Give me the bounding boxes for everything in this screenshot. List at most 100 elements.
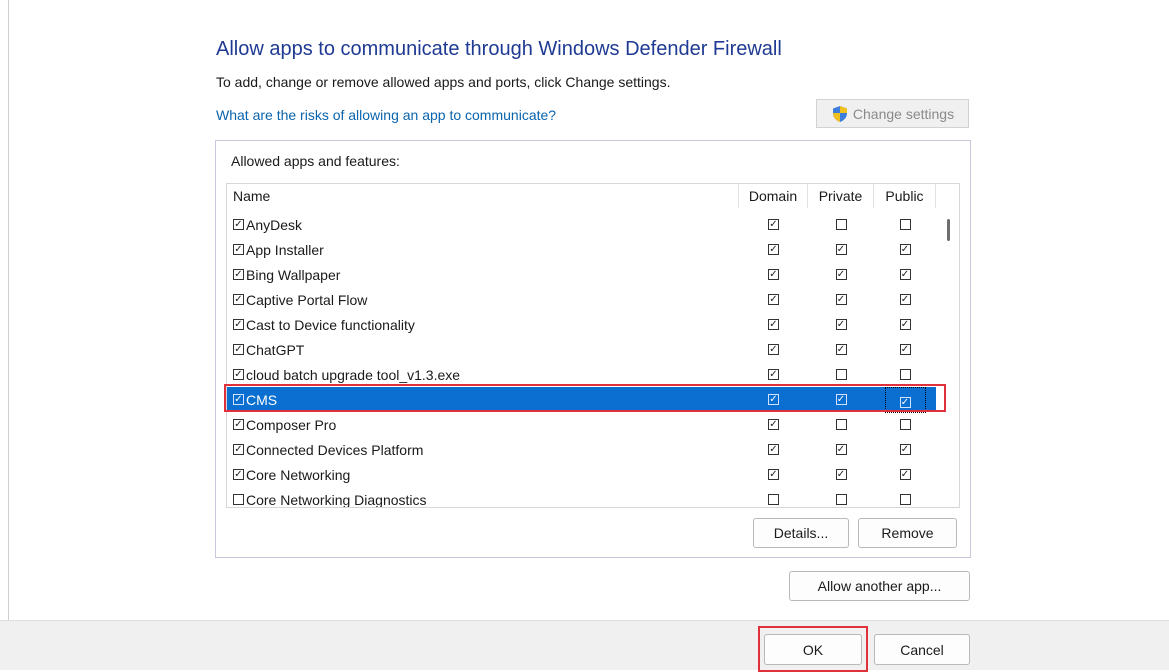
scrollbar-thumb[interactable] [947, 219, 950, 241]
public-checkbox[interactable]: ✓ [899, 444, 911, 455]
app-name: Core Networking [246, 466, 351, 483]
app-name-cell: ✓ Connected Devices Platform [227, 442, 739, 458]
change-settings-button[interactable]: Change settings [816, 99, 969, 128]
table-row[interactable]: ✓ Core Networking ✓ ✓ ✓ [227, 462, 936, 487]
enabled-checkbox[interactable]: ✓ [233, 219, 244, 230]
domain-checkbox[interactable]: ✓ [768, 294, 779, 305]
table-row[interactable]: Core Networking Diagnostics [227, 487, 936, 508]
enabled-checkbox[interactable]: ✓ [233, 419, 244, 430]
private-cell: ✓ [808, 319, 874, 330]
enabled-checkbox[interactable] [233, 494, 244, 505]
app-name-cell: ✓ App Installer [227, 242, 739, 258]
domain-cell: ✓ [739, 344, 808, 355]
enabled-checkbox[interactable]: ✓ [233, 469, 244, 480]
public-checkbox[interactable]: ✓ [899, 269, 911, 280]
app-name: App Installer [246, 241, 324, 258]
public-cell: ✓ [874, 319, 936, 330]
private-checkbox[interactable]: ✓ [835, 469, 847, 480]
domain-checkbox[interactable]: ✓ [768, 369, 779, 380]
table-row[interactable]: ✓ AnyDesk ✓ [227, 212, 936, 237]
table-row[interactable]: ✓ Bing Wallpaper ✓ ✓ ✓ [227, 262, 936, 287]
private-cell: ✓ [808, 444, 874, 455]
header-name[interactable]: Name [227, 184, 739, 208]
public-checkbox[interactable]: ✓ [899, 469, 911, 480]
remove-button[interactable]: Remove [858, 518, 957, 548]
domain-cell: ✓ [739, 244, 808, 255]
cancel-button[interactable]: Cancel [874, 634, 970, 665]
private-checkbox[interactable]: ✓ [835, 344, 847, 355]
public-checkbox[interactable] [899, 219, 911, 230]
private-checkbox[interactable] [835, 494, 847, 505]
enabled-checkbox[interactable]: ✓ [233, 294, 244, 305]
app-name-cell: Core Networking Diagnostics [227, 491, 739, 508]
details-button[interactable]: Details... [753, 518, 849, 548]
table-row[interactable]: ✓ Cast to Device functionality ✓ ✓ ✓ [227, 312, 936, 337]
private-cell: ✓ [808, 294, 874, 305]
domain-checkbox[interactable]: ✓ [768, 219, 779, 230]
app-name: Core Networking Diagnostics [246, 491, 427, 508]
enabled-checkbox[interactable]: ✓ [233, 319, 244, 330]
window-edge [8, 0, 9, 620]
public-checkbox[interactable]: ✓ [899, 344, 911, 355]
enabled-checkbox[interactable]: ✓ [233, 394, 244, 405]
app-name: AnyDesk [246, 216, 303, 233]
private-checkbox[interactable]: ✓ [835, 394, 847, 405]
header-public[interactable]: Public [874, 184, 936, 208]
app-name: Bing Wallpaper [246, 266, 341, 283]
table-row[interactable]: ✓ ChatGPT ✓ ✓ ✓ [227, 337, 936, 362]
dialog-footer [0, 620, 1169, 670]
header-private[interactable]: Private [808, 184, 874, 208]
public-checkbox[interactable]: ✓ [899, 319, 911, 330]
public-checkbox[interactable]: ✓ [899, 244, 911, 255]
domain-checkbox[interactable]: ✓ [768, 344, 779, 355]
enabled-checkbox[interactable]: ✓ [233, 244, 244, 255]
private-checkbox[interactable] [835, 419, 847, 430]
public-checkbox[interactable] [899, 419, 911, 430]
apps-table: Name Domain Private Public ✓ AnyDesk ✓ ✓ App… [226, 183, 960, 508]
enabled-checkbox[interactable]: ✓ [233, 444, 244, 455]
private-cell: ✓ [808, 269, 874, 280]
public-checkbox[interactable]: ✓ [899, 294, 911, 305]
private-checkbox[interactable]: ✓ [835, 244, 847, 255]
table-row[interactable]: ✓ App Installer ✓ ✓ ✓ [227, 237, 936, 262]
domain-checkbox[interactable] [768, 494, 779, 505]
enabled-checkbox[interactable]: ✓ [233, 369, 244, 380]
public-checkbox[interactable]: ✓ [899, 396, 911, 408]
ok-button[interactable]: OK [764, 634, 862, 665]
domain-checkbox[interactable]: ✓ [768, 469, 779, 480]
domain-checkbox[interactable]: ✓ [768, 244, 779, 255]
domain-cell: ✓ [739, 469, 808, 480]
table-row[interactable]: ✓ Composer Pro ✓ [227, 412, 936, 437]
table-row[interactable]: ✓ Captive Portal Flow ✓ ✓ ✓ [227, 287, 936, 312]
enabled-checkbox[interactable]: ✓ [233, 269, 244, 280]
app-name-cell: ✓ Bing Wallpaper [227, 267, 739, 283]
public-checkbox[interactable] [899, 494, 911, 505]
table-row[interactable]: ✓ cloud batch upgrade tool_v1.3.exe ✓ [227, 362, 936, 387]
public-cell: ✓ [874, 244, 936, 255]
private-checkbox[interactable]: ✓ [835, 444, 847, 455]
domain-cell: ✓ [739, 294, 808, 305]
table-row[interactable]: ✓ Connected Devices Platform ✓ ✓ ✓ [227, 437, 936, 462]
risks-link[interactable]: What are the risks of allowing an app to… [216, 107, 556, 123]
private-checkbox[interactable]: ✓ [835, 294, 847, 305]
private-cell: ✓ [808, 244, 874, 255]
domain-checkbox[interactable]: ✓ [768, 319, 779, 330]
public-cell: ✓ [874, 444, 936, 455]
enabled-checkbox[interactable]: ✓ [233, 344, 244, 355]
table-row[interactable]: ✓ CMS ✓ ✓ ✓ [227, 386, 936, 413]
private-checkbox[interactable] [835, 369, 847, 380]
domain-checkbox[interactable]: ✓ [768, 444, 779, 455]
domain-checkbox[interactable]: ✓ [768, 394, 779, 405]
header-domain[interactable]: Domain [739, 184, 808, 208]
private-checkbox[interactable]: ✓ [835, 269, 847, 280]
public-checkbox[interactable] [899, 369, 911, 380]
domain-cell: ✓ [739, 219, 808, 230]
private-checkbox[interactable]: ✓ [835, 319, 847, 330]
app-name-cell: ✓ cloud batch upgrade tool_v1.3.exe [227, 367, 739, 383]
allow-another-app-button[interactable]: Allow another app... [789, 571, 970, 601]
private-checkbox[interactable] [835, 219, 847, 230]
app-name: ChatGPT [246, 341, 305, 358]
domain-checkbox[interactable]: ✓ [768, 269, 779, 280]
domain-checkbox[interactable]: ✓ [768, 419, 779, 430]
vertical-scrollbar[interactable] [938, 184, 959, 507]
